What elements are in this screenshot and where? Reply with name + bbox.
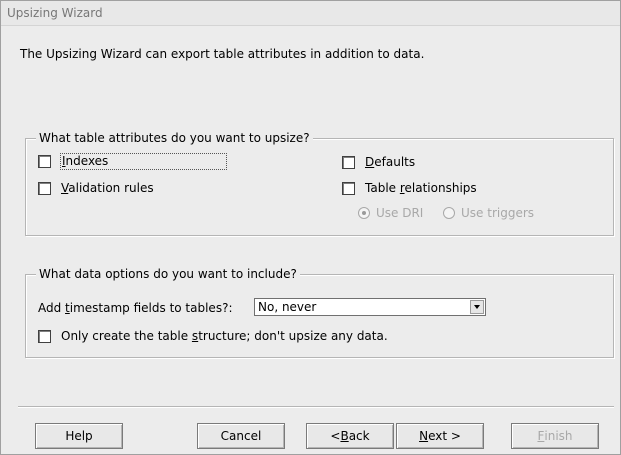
window-title: Upsizing Wizard (7, 6, 103, 20)
table-relationships-checkbox[interactable]: Table relationships (342, 181, 477, 195)
use-triggers-radio[interactable]: Use triggers (443, 206, 534, 220)
dropdown-arrow-icon[interactable] (470, 300, 484, 314)
defaults-checkbox-box[interactable] (342, 155, 355, 169)
help-button[interactable]: Help (35, 423, 123, 449)
table-relationships-label: Table relationships (365, 181, 477, 195)
use-dri-label: Use DRI (376, 206, 424, 220)
indexes-checkbox[interactable]: Indexes (38, 153, 228, 170)
title-bar: Upsizing Wizard (1, 1, 620, 26)
button-separator-highlight (18, 407, 614, 408)
next-button[interactable]: Next > (396, 423, 484, 449)
validation-rules-label: Validation rules (61, 181, 154, 195)
upsizing-wizard-window: Upsizing Wizard The Upsizing Wizard can … (0, 0, 621, 455)
data-options-legend: What data options do you want to include… (36, 267, 300, 281)
validation-rules-checkbox[interactable]: Validation rules (38, 181, 154, 195)
use-triggers-label: Use triggers (461, 206, 535, 220)
defaults-label: Defaults (365, 155, 416, 169)
data-options-group: What data options do you want to include… (25, 267, 614, 358)
structure-only-checkbox-box[interactable] (38, 329, 51, 343)
indexes-checkbox-label: Indexes (60, 153, 228, 170)
validation-rules-checkbox-box[interactable] (38, 181, 51, 195)
structure-only-label: Only create the table structure; don't u… (61, 329, 388, 343)
timestamp-select-value: No, never (258, 300, 317, 314)
finish-button[interactable]: Finish (511, 423, 599, 449)
use-dri-radio-dot[interactable] (358, 207, 370, 219)
table-relationships-checkbox-box[interactable] (342, 181, 355, 195)
structure-only-checkbox[interactable]: Only create the table structure; don't u… (38, 329, 388, 343)
timestamp-select[interactable]: No, never (254, 298, 486, 316)
use-triggers-radio-dot[interactable] (443, 207, 455, 219)
defaults-checkbox[interactable]: Defaults (342, 155, 415, 169)
indexes-checkbox-box[interactable] (38, 155, 51, 168)
cancel-button[interactable]: Cancel (197, 423, 285, 449)
use-dri-radio[interactable]: Use DRI (358, 206, 423, 220)
intro-text: The Upsizing Wizard can export table att… (20, 47, 425, 61)
timestamp-label: Add timestamp fields to tables?: (38, 301, 233, 315)
back-button[interactable]: < Back (306, 423, 394, 449)
table-attributes-legend: What table attributes do you want to ups… (36, 131, 313, 145)
